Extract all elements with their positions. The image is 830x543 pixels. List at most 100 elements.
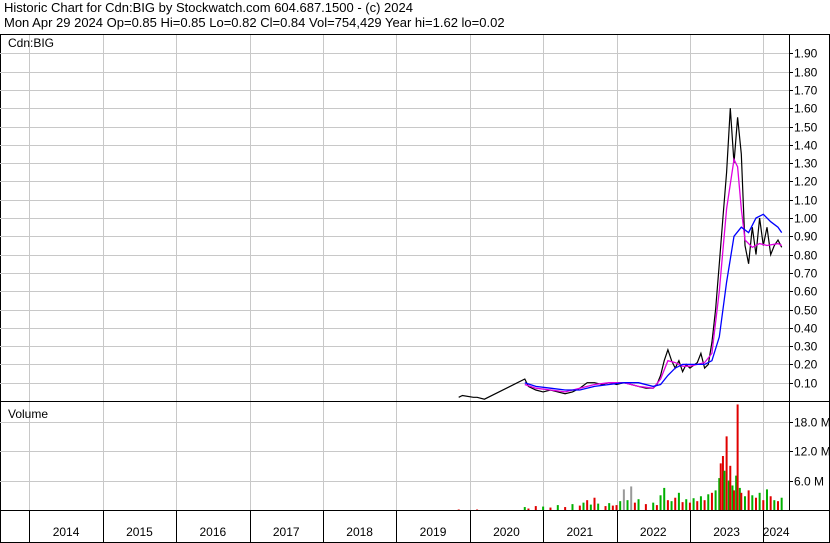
price-tick-label: 0.80 xyxy=(794,249,818,263)
year-label: 2024 xyxy=(763,525,790,539)
x-axis: 2014 2015 2016 2017 2018 2019 2020 2021 2022 2023… xyxy=(29,510,790,542)
volume-bars xyxy=(457,404,783,510)
volume-bar xyxy=(725,436,728,510)
volume-bar xyxy=(659,495,662,510)
price-tick-label: 1.50 xyxy=(794,121,818,135)
year-label: 2015 xyxy=(126,525,153,539)
volume-bar xyxy=(604,506,607,510)
volume-tick-label: 12.0 M xyxy=(794,445,830,459)
volume-axis: 6.0 M 12.0 M 18.0 M xyxy=(789,416,830,489)
price-tick-label: 1.30 xyxy=(794,157,818,171)
volume-bar xyxy=(758,492,761,510)
price-tick-label: 0.20 xyxy=(794,358,818,372)
price-tick-label: 1.70 xyxy=(794,84,818,98)
volume-bar xyxy=(597,503,600,510)
volume-label: Volume xyxy=(8,407,48,421)
volume-bar xyxy=(776,501,779,510)
price-lines xyxy=(458,108,783,400)
volume-bar xyxy=(644,504,647,510)
volume-bar xyxy=(685,499,688,510)
year-label: 2018 xyxy=(346,525,373,539)
volume-bar xyxy=(593,497,596,510)
price-tick-label: 0.50 xyxy=(794,304,818,318)
volume-bar xyxy=(780,497,783,510)
chart-frame xyxy=(0,34,830,543)
volume-bar xyxy=(674,497,677,510)
year-label: 2019 xyxy=(420,525,447,539)
volume-bar xyxy=(723,470,726,510)
volume-bar xyxy=(619,501,622,510)
volume-bar xyxy=(655,505,658,510)
volume-bar xyxy=(773,500,776,510)
price-tick-label: 1.60 xyxy=(794,102,818,116)
volume-bar xyxy=(681,502,684,510)
price-tick-label: 0.70 xyxy=(794,267,818,281)
volume-bar xyxy=(732,490,735,510)
volume-bar xyxy=(663,487,666,510)
volume-bar xyxy=(633,502,636,510)
price-tick-label: 0.60 xyxy=(794,285,818,299)
volume-bar xyxy=(699,496,702,510)
stock-chart: Cdn:BIG Volume 0.100.200.300.400.500.600… xyxy=(0,34,830,543)
volume-bar xyxy=(736,404,739,510)
year-label: 2020 xyxy=(493,525,520,539)
volume-bar xyxy=(740,492,743,510)
volume-bar xyxy=(564,507,567,510)
volume-bar xyxy=(707,494,710,510)
volume-bar xyxy=(527,508,530,510)
volume-bar xyxy=(630,486,633,510)
volume-bar xyxy=(703,500,706,510)
volume-bar xyxy=(751,495,754,510)
price-tick-label: 1.40 xyxy=(794,139,818,153)
volume-bar xyxy=(666,500,669,510)
volume-bar xyxy=(769,496,772,510)
volume-bar xyxy=(696,501,699,510)
symbol-label: Cdn:BIG xyxy=(8,36,54,50)
volume-bar xyxy=(719,463,722,510)
volume-bar xyxy=(754,497,757,510)
volume-bar xyxy=(670,501,673,510)
volume-bar xyxy=(729,465,732,510)
volume-bar xyxy=(608,503,611,510)
year-label: 2023 xyxy=(713,525,740,539)
volume-bar xyxy=(626,500,629,510)
volume-bar xyxy=(743,496,746,510)
price-axis: 0.10 0.20 0.30 0.40 0.50 0.60 0.70 0.80 0.90 1.00… xyxy=(789,47,818,391)
volume-bar xyxy=(549,507,552,510)
volume-bar xyxy=(589,504,592,510)
volume-bar xyxy=(534,506,537,510)
volume-bar xyxy=(615,505,618,510)
price-tick-label: 1.20 xyxy=(794,175,818,189)
year-label: 2014 xyxy=(53,525,80,539)
volume-bar xyxy=(747,490,750,510)
price-tick-label: 0.10 xyxy=(794,377,818,391)
price-tick-label: 0.30 xyxy=(794,340,818,354)
volume-bar xyxy=(622,489,625,510)
volume-bar xyxy=(611,505,614,510)
volume-bar xyxy=(652,502,655,510)
volume-bar xyxy=(571,504,574,510)
year-label: 2021 xyxy=(566,525,593,539)
volume-tick-label: 6.0 M xyxy=(794,475,824,489)
grid xyxy=(0,35,789,510)
volume-bar xyxy=(677,492,680,510)
volume-bar xyxy=(556,505,559,510)
year-label: 2022 xyxy=(640,525,667,539)
volume-bar xyxy=(762,500,765,510)
volume-bar xyxy=(765,489,768,510)
price-tick-label: 0.90 xyxy=(794,230,818,244)
volume-bar xyxy=(523,507,526,510)
volume-bar xyxy=(688,502,691,510)
price-tick-label: 1.90 xyxy=(794,47,818,61)
volume-bar xyxy=(692,498,695,510)
volume-bar xyxy=(714,490,717,510)
price-tick-label: 0.40 xyxy=(794,322,818,336)
price-tick-label: 1.00 xyxy=(794,212,818,226)
volume-bar xyxy=(637,499,640,510)
price-line xyxy=(458,108,783,400)
year-label: 2017 xyxy=(273,525,300,539)
price-tick-label: 1.80 xyxy=(794,66,818,80)
year-label: 2016 xyxy=(199,525,226,539)
ma_long-line xyxy=(524,213,783,391)
volume-bar xyxy=(586,500,589,510)
